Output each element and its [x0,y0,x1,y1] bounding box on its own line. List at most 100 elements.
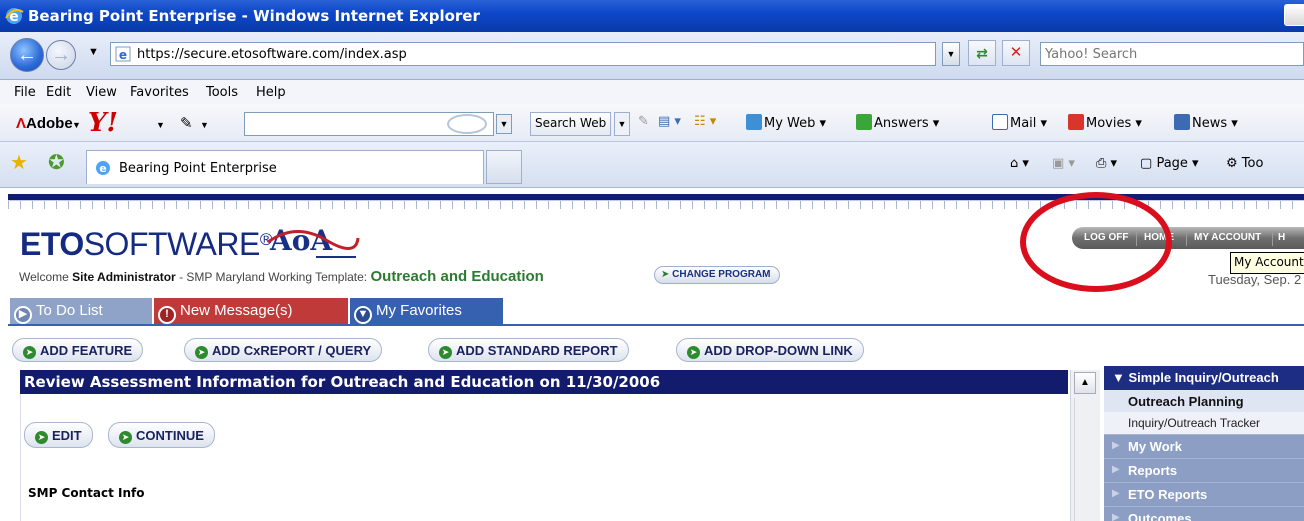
search-web-button[interactable]: Search Web [530,112,612,136]
logo-bold: ETO [20,226,84,262]
sidebar-item-outreach-planning[interactable]: Outreach Planning [1104,390,1304,412]
back-button[interactable]: ← [10,38,44,72]
sidebar-item-eto-reports[interactable]: ▶ ETO Reports [1104,482,1304,506]
review-title-bar: Review Assessment Information for Outrea… [20,370,1068,394]
edit-label: EDIT [52,428,82,443]
menu-view[interactable]: View [86,85,117,100]
my-work-label: My Work [1128,439,1182,454]
my-web-button[interactable]: My Web ▾ [746,114,826,131]
tab-label: Bearing Point Enterprise [119,161,277,176]
ie-logo-icon: e [5,8,24,25]
mail-label: Mail [1010,116,1037,131]
help-link[interactable]: H [1278,232,1285,243]
sidebar-item-reports[interactable]: ▶ Reports [1104,458,1304,482]
reports-label: Reports [1128,463,1178,478]
address-toolbar: ← → ▼ e https://secure.etosoftware.com/i… [0,32,1304,80]
logo-rest: SOFTWARE [83,226,261,262]
welcome-prefix: Welcome [19,270,69,284]
menu-favorites[interactable]: Favorites [130,85,189,100]
print-icon[interactable]: ⎙ ▾ [1096,156,1117,171]
tab-my-favorites[interactable]: ▼ My Favorites [350,298,503,324]
scroll-track[interactable] [1074,398,1096,521]
plus-icon: ➤ [35,431,48,444]
ie-tab-icon: e [96,161,110,175]
refresh-button[interactable]: ⇄ [968,40,996,66]
add-cxreport-button[interactable]: ➤ ADD CxREPORT / QUERY [184,338,383,362]
adobe-dropdown-icon[interactable]: ▼ [72,120,81,130]
yahoo-logo-icon[interactable]: Y! [88,108,118,138]
window-title: Bearing Point Enterprise - Windows Inter… [28,7,480,25]
sidebar-header[interactable]: ▼ Simple Inquiry/Outreach [1104,366,1304,390]
globe-icon[interactable]: ☷ ▾ [694,114,716,129]
eto-logo[interactable]: ETOSOFTWARE® [20,226,272,263]
favorites-star-icon[interactable]: ★ [10,150,28,175]
plus-icon: ➤ [23,346,36,359]
page-menu[interactable]: ▢ Page ▾ [1140,156,1199,171]
history-dropdown-icon[interactable]: ▼ [88,46,99,58]
tab-bearing-point[interactable]: e Bearing Point Enterprise [86,150,484,184]
content-scrollbar[interactable]: ▲ [1070,370,1100,521]
layout-icon[interactable]: ▤ ▾ [658,114,681,129]
eto-reports-label: ETO Reports [1128,487,1208,502]
adobe-button[interactable]: ΛAdobe [16,115,73,132]
add-favorite-icon[interactable]: ✪ [48,150,65,175]
add-standard-report-label: ADD STANDARD REPORT [456,343,618,358]
home-icon[interactable]: ⌂ ▾ [1010,156,1029,171]
page-menu-label: Page [1156,156,1188,171]
movies-icon [1068,114,1084,130]
movies-button[interactable]: Movies ▾ [1068,114,1142,131]
gear-icon: ⚙ [1226,156,1238,171]
minimize-button[interactable] [1284,4,1304,26]
tab-new-messages[interactable]: ! New Message(s) [154,298,348,324]
new-tab-button[interactable] [486,150,522,184]
pencil-dropdown-icon[interactable]: ▼ [200,120,209,130]
change-program-icon: ➤ [661,269,673,280]
add-dropdown-link-button[interactable]: ➤ ADD DROP-DOWN LINK [676,338,864,362]
yahoo-toolbar-search-input[interactable] [244,112,494,136]
yahoo-search-field[interactable] [1040,42,1304,66]
sidebar-item-outcomes[interactable]: ▶ Outcomes [1104,506,1304,521]
tools-menu[interactable]: ⚙ Too [1226,156,1263,171]
sidebar-item-inquiry-tracker[interactable]: Inquiry/Outreach Tracker [1104,412,1304,434]
collapse-icon: ▼ [1112,370,1125,385]
change-program-button[interactable]: ➤ CHANGE PROGRAM [654,266,780,284]
answers-button[interactable]: Answers ▾ [856,114,939,131]
url-dropdown-icon[interactable]: ▼ [942,42,960,66]
welcome-line: Welcome Site Administrator - SMP Marylan… [19,268,544,285]
edit-button[interactable]: ➤ EDIT [24,422,93,448]
url-input[interactable]: e https://secure.etosoftware.com/index.a… [110,42,936,66]
menu-tools[interactable]: Tools [206,85,238,100]
continue-button[interactable]: ➤ CONTINUE [108,422,215,448]
aoa-logo-text: AoA [269,224,333,257]
my-account-link[interactable]: MY ACCOUNT [1194,232,1261,243]
menu-edit[interactable]: Edit [46,85,71,100]
search-input[interactable] [1041,43,1303,65]
pencil-icon[interactable]: ✎ [180,114,193,132]
mail-button[interactable]: Mail ▾ [992,114,1047,131]
highlight-icon[interactable]: ✎ [638,114,649,129]
sidebar-item-my-work[interactable]: ▶ My Work [1104,434,1304,458]
alert-icon: ! [158,306,176,324]
search-dropdown-icon[interactable]: ▼ [496,114,512,134]
add-feature-button[interactable]: ➤ ADD FEATURE [12,338,144,362]
search-web-dropdown-icon[interactable]: ▼ [614,112,630,136]
scroll-up-icon[interactable]: ▲ [1074,372,1096,394]
outcomes-label: Outcomes [1128,511,1192,521]
url-text: https://secure.etosoftware.com/index.asp [137,47,407,62]
add-dropdown-link-label: ADD DROP-DOWN LINK [704,343,853,358]
add-standard-report-button[interactable]: ➤ ADD STANDARD REPORT [428,338,629,362]
menu-bar: File Edit View Favorites Tools Help [0,80,1304,104]
highlight-circle-annotation [1020,192,1172,292]
menu-help[interactable]: Help [256,85,286,100]
svg-text:e: e [119,48,127,62]
yahoo-dropdown-icon[interactable]: ▼ [156,120,165,130]
feeds-icon[interactable]: ▣ ▾ [1052,156,1075,171]
stop-button[interactable]: ✕ [1002,40,1030,66]
news-button[interactable]: News ▾ [1174,114,1238,131]
plus-icon: ➤ [439,346,452,359]
adobe-label: Adobe [26,115,73,132]
tab-to-do-list[interactable]: ▶ To Do List [10,298,152,324]
nav-separator [1272,230,1273,246]
menu-file[interactable]: File [14,85,36,100]
forward-button[interactable]: → [46,40,76,70]
